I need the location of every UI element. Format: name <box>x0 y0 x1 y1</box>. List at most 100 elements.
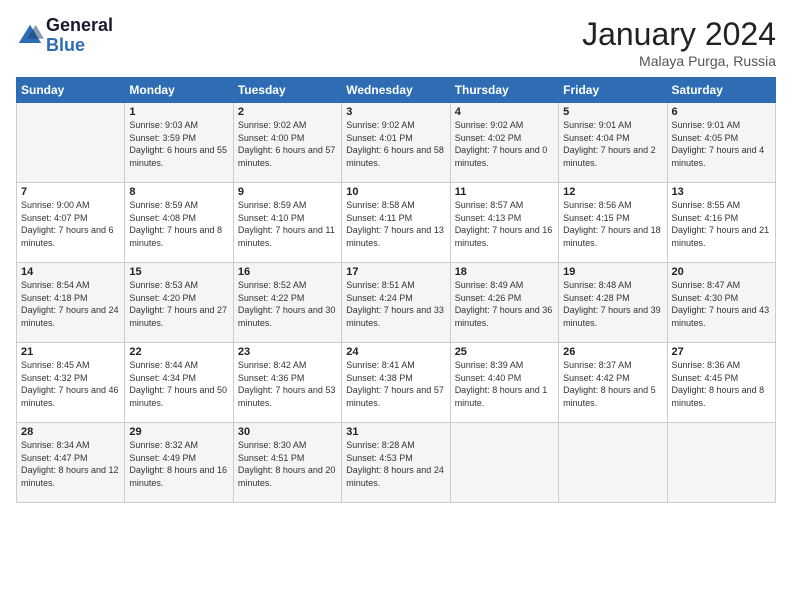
day-number: 30 <box>238 426 337 438</box>
day-info: Sunrise: 8:34 AMSunset: 4:47 PMDaylight:… <box>21 439 120 489</box>
day-number: 10 <box>346 186 445 198</box>
day-number: 20 <box>672 266 771 278</box>
table-row: 31Sunrise: 8:28 AMSunset: 4:53 PMDayligh… <box>342 423 450 503</box>
week-row-4: 28Sunrise: 8:34 AMSunset: 4:47 PMDayligh… <box>17 423 776 503</box>
col-sunday: Sunday <box>17 78 125 103</box>
table-row: 5Sunrise: 9:01 AMSunset: 4:04 PMDaylight… <box>559 103 667 183</box>
table-row <box>17 103 125 183</box>
table-row: 16Sunrise: 8:52 AMSunset: 4:22 PMDayligh… <box>233 263 341 343</box>
week-row-2: 14Sunrise: 8:54 AMSunset: 4:18 PMDayligh… <box>17 263 776 343</box>
day-info: Sunrise: 9:01 AMSunset: 4:04 PMDaylight:… <box>563 119 662 169</box>
table-row: 22Sunrise: 8:44 AMSunset: 4:34 PMDayligh… <box>125 343 233 423</box>
table-row: 4Sunrise: 9:02 AMSunset: 4:02 PMDaylight… <box>450 103 558 183</box>
day-number: 5 <box>563 106 662 118</box>
day-number: 21 <box>21 346 120 358</box>
day-info: Sunrise: 8:44 AMSunset: 4:34 PMDaylight:… <box>129 359 228 409</box>
table-row: 12Sunrise: 8:56 AMSunset: 4:15 PMDayligh… <box>559 183 667 263</box>
day-number: 18 <box>455 266 554 278</box>
logo-line2: Blue <box>46 36 113 56</box>
day-number: 14 <box>21 266 120 278</box>
day-number: 12 <box>563 186 662 198</box>
col-monday: Monday <box>125 78 233 103</box>
logo-icon <box>16 22 44 50</box>
day-info: Sunrise: 8:47 AMSunset: 4:30 PMDaylight:… <box>672 279 771 329</box>
table-row: 19Sunrise: 8:48 AMSunset: 4:28 PMDayligh… <box>559 263 667 343</box>
day-info: Sunrise: 8:58 AMSunset: 4:11 PMDaylight:… <box>346 199 445 249</box>
calendar-table: Sunday Monday Tuesday Wednesday Thursday… <box>16 77 776 503</box>
day-info: Sunrise: 9:02 AMSunset: 4:01 PMDaylight:… <box>346 119 445 169</box>
day-info: Sunrise: 8:56 AMSunset: 4:15 PMDaylight:… <box>563 199 662 249</box>
day-info: Sunrise: 9:01 AMSunset: 4:05 PMDaylight:… <box>672 119 771 169</box>
table-row: 14Sunrise: 8:54 AMSunset: 4:18 PMDayligh… <box>17 263 125 343</box>
day-number: 27 <box>672 346 771 358</box>
table-row: 23Sunrise: 8:42 AMSunset: 4:36 PMDayligh… <box>233 343 341 423</box>
table-row: 15Sunrise: 8:53 AMSunset: 4:20 PMDayligh… <box>125 263 233 343</box>
title-area: January 2024 Malaya Purga, Russia <box>582 16 776 69</box>
day-number: 3 <box>346 106 445 118</box>
week-row-1: 7Sunrise: 9:00 AMSunset: 4:07 PMDaylight… <box>17 183 776 263</box>
day-number: 1 <box>129 106 228 118</box>
day-number: 24 <box>346 346 445 358</box>
table-row: 28Sunrise: 8:34 AMSunset: 4:47 PMDayligh… <box>17 423 125 503</box>
day-info: Sunrise: 8:48 AMSunset: 4:28 PMDaylight:… <box>563 279 662 329</box>
day-number: 15 <box>129 266 228 278</box>
table-row: 10Sunrise: 8:58 AMSunset: 4:11 PMDayligh… <box>342 183 450 263</box>
day-number: 6 <box>672 106 771 118</box>
day-info: Sunrise: 8:55 AMSunset: 4:16 PMDaylight:… <box>672 199 771 249</box>
table-row <box>450 423 558 503</box>
table-row: 21Sunrise: 8:45 AMSunset: 4:32 PMDayligh… <box>17 343 125 423</box>
day-info: Sunrise: 8:57 AMSunset: 4:13 PMDaylight:… <box>455 199 554 249</box>
day-number: 28 <box>21 426 120 438</box>
page: General Blue January 2024 Malaya Purga, … <box>0 0 792 612</box>
day-number: 26 <box>563 346 662 358</box>
table-row: 1Sunrise: 9:03 AMSunset: 3:59 PMDaylight… <box>125 103 233 183</box>
day-number: 19 <box>563 266 662 278</box>
day-info: Sunrise: 8:28 AMSunset: 4:53 PMDaylight:… <box>346 439 445 489</box>
day-number: 8 <box>129 186 228 198</box>
day-number: 29 <box>129 426 228 438</box>
table-row: 24Sunrise: 8:41 AMSunset: 4:38 PMDayligh… <box>342 343 450 423</box>
day-info: Sunrise: 8:30 AMSunset: 4:51 PMDaylight:… <box>238 439 337 489</box>
day-number: 7 <box>21 186 120 198</box>
table-row: 27Sunrise: 8:36 AMSunset: 4:45 PMDayligh… <box>667 343 775 423</box>
logo-text: General Blue <box>46 16 113 56</box>
week-row-3: 21Sunrise: 8:45 AMSunset: 4:32 PMDayligh… <box>17 343 776 423</box>
col-tuesday: Tuesday <box>233 78 341 103</box>
day-info: Sunrise: 8:52 AMSunset: 4:22 PMDaylight:… <box>238 279 337 329</box>
week-row-0: 1Sunrise: 9:03 AMSunset: 3:59 PMDaylight… <box>17 103 776 183</box>
table-row: 11Sunrise: 8:57 AMSunset: 4:13 PMDayligh… <box>450 183 558 263</box>
table-row: 29Sunrise: 8:32 AMSunset: 4:49 PMDayligh… <box>125 423 233 503</box>
table-row <box>667 423 775 503</box>
day-info: Sunrise: 9:02 AMSunset: 4:02 PMDaylight:… <box>455 119 554 169</box>
day-info: Sunrise: 8:36 AMSunset: 4:45 PMDaylight:… <box>672 359 771 409</box>
location: Malaya Purga, Russia <box>582 53 776 69</box>
table-row: 26Sunrise: 8:37 AMSunset: 4:42 PMDayligh… <box>559 343 667 423</box>
table-row: 2Sunrise: 9:02 AMSunset: 4:00 PMDaylight… <box>233 103 341 183</box>
day-info: Sunrise: 8:32 AMSunset: 4:49 PMDaylight:… <box>129 439 228 489</box>
table-row: 17Sunrise: 8:51 AMSunset: 4:24 PMDayligh… <box>342 263 450 343</box>
month-title: January 2024 <box>582 16 776 53</box>
day-number: 16 <box>238 266 337 278</box>
table-row: 6Sunrise: 9:01 AMSunset: 4:05 PMDaylight… <box>667 103 775 183</box>
logo-line1: General <box>46 16 113 36</box>
col-wednesday: Wednesday <box>342 78 450 103</box>
day-number: 31 <box>346 426 445 438</box>
day-info: Sunrise: 8:54 AMSunset: 4:18 PMDaylight:… <box>21 279 120 329</box>
day-info: Sunrise: 8:59 AMSunset: 4:10 PMDaylight:… <box>238 199 337 249</box>
day-number: 17 <box>346 266 445 278</box>
day-info: Sunrise: 8:39 AMSunset: 4:40 PMDaylight:… <box>455 359 554 409</box>
table-row: 18Sunrise: 8:49 AMSunset: 4:26 PMDayligh… <box>450 263 558 343</box>
table-row: 8Sunrise: 8:59 AMSunset: 4:08 PMDaylight… <box>125 183 233 263</box>
day-number: 4 <box>455 106 554 118</box>
col-friday: Friday <box>559 78 667 103</box>
table-row: 9Sunrise: 8:59 AMSunset: 4:10 PMDaylight… <box>233 183 341 263</box>
day-number: 25 <box>455 346 554 358</box>
day-info: Sunrise: 8:53 AMSunset: 4:20 PMDaylight:… <box>129 279 228 329</box>
table-row: 3Sunrise: 9:02 AMSunset: 4:01 PMDaylight… <box>342 103 450 183</box>
day-info: Sunrise: 8:42 AMSunset: 4:36 PMDaylight:… <box>238 359 337 409</box>
col-thursday: Thursday <box>450 78 558 103</box>
day-number: 2 <box>238 106 337 118</box>
day-info: Sunrise: 8:59 AMSunset: 4:08 PMDaylight:… <box>129 199 228 249</box>
day-number: 9 <box>238 186 337 198</box>
day-number: 13 <box>672 186 771 198</box>
